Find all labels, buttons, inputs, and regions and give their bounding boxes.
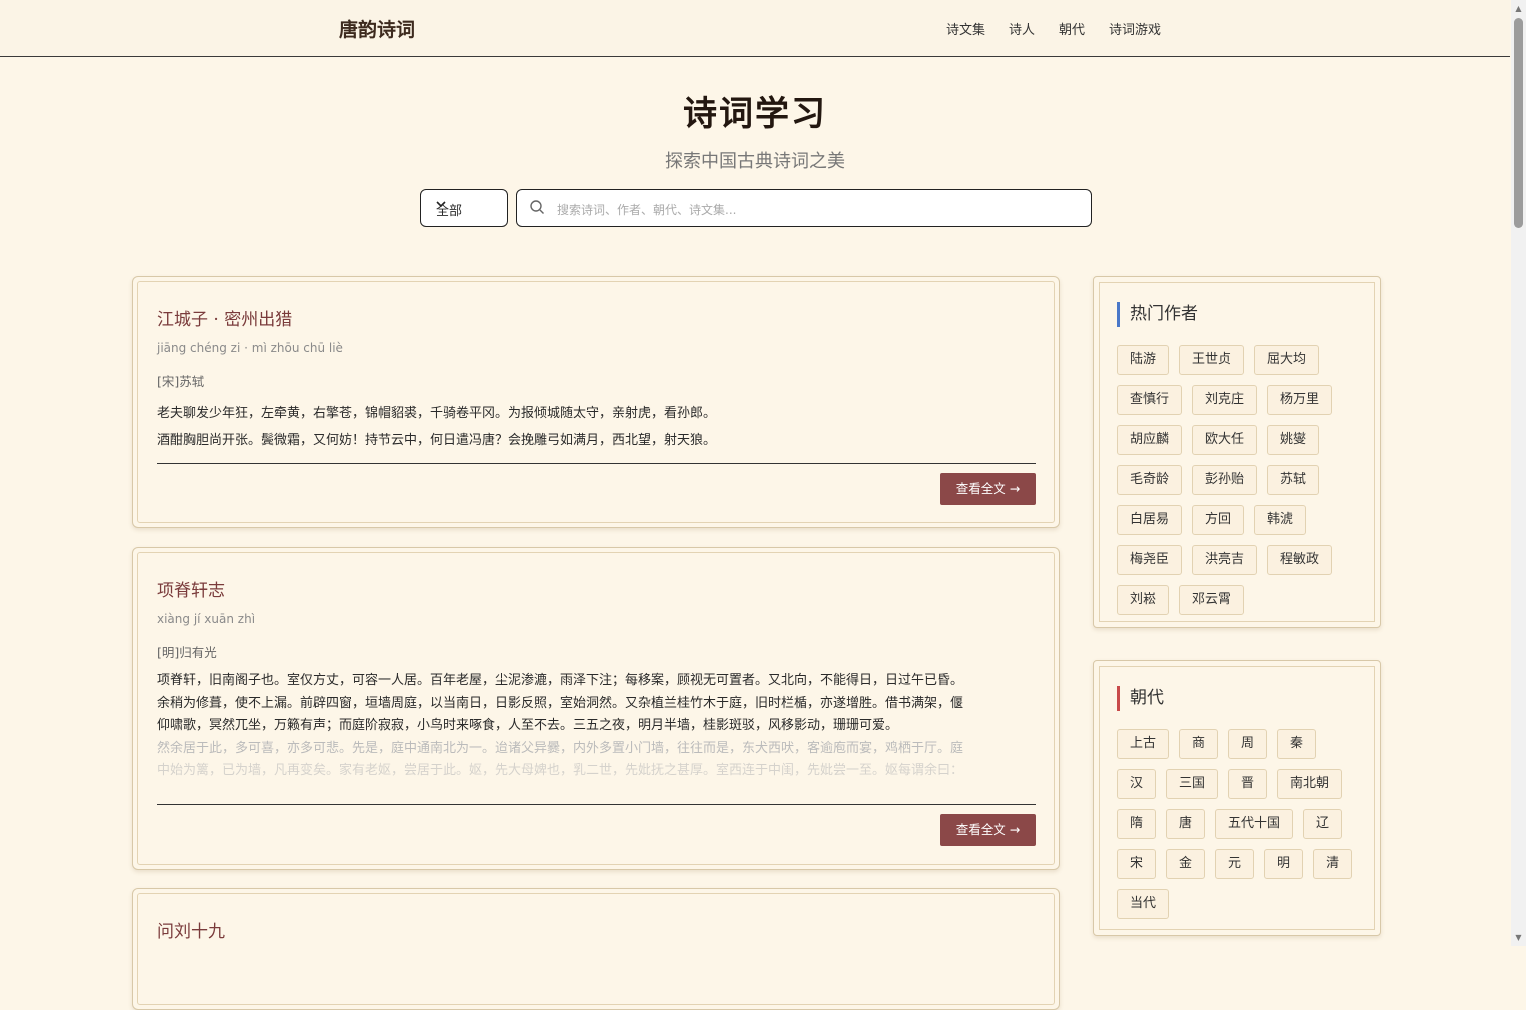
dynasty-tag[interactable]: 金 (1166, 849, 1206, 879)
search-filter-select[interactable]: 全部 (420, 189, 508, 227)
dynasty-tag[interactable]: 晋 (1228, 769, 1268, 799)
poem-line: 余稍为修葺，使不上漏。前辟四窗，垣墙周庭，以当南日，日影反照，室始洞然。又杂植兰… (157, 695, 964, 711)
dynasties-list: 上古 商 周 秦 汉 三国 晋 南北朝 隋 唐 五代十国 辽 宋 金 元 明 清… (1117, 729, 1363, 919)
author-tag[interactable]: 方回 (1192, 505, 1245, 535)
dynasty-tag[interactable]: 五代十国 (1215, 809, 1294, 839)
author-tag[interactable]: 苏轼 (1267, 465, 1320, 495)
author-tag[interactable]: 梅尧臣 (1117, 545, 1183, 575)
poem-line-faded: 中始为篱，已为墙，凡再变矣。家有老妪，尝居于此。妪，先大母婢也，乳二世，先妣抚之… (157, 763, 964, 778)
author-tag[interactable]: 洪亮吉 (1192, 545, 1258, 575)
scroll-down-arrow-icon[interactable]: ▼ (1514, 933, 1523, 942)
hot-authors-panel: 热门作者 陆游 王世贞 屈大均 查慎行 刘克庄 杨万里 胡应麟 欧大任 姚燮 毛… (1093, 276, 1381, 628)
dynasty-tag[interactable]: 辽 (1303, 809, 1343, 839)
dynasty-tag[interactable]: 秦 (1277, 729, 1317, 759)
poem-author[interactable]: [宋]苏轼 (157, 371, 204, 390)
dynasty-tag[interactable]: 周 (1228, 729, 1268, 759)
author-tag[interactable]: 查慎行 (1117, 385, 1183, 415)
author-tag[interactable]: 彭孙贻 (1192, 465, 1258, 495)
author-tag[interactable]: 姚燮 (1267, 425, 1320, 455)
poem-pinyin: xiàng jí xuān zhì (157, 612, 256, 626)
search-bar: 全部 搜索诗词、作者、朝代、诗文集... (420, 189, 1092, 227)
poem-author[interactable]: [明]归有光 (157, 642, 217, 661)
dynasty-tag[interactable]: 上古 (1117, 729, 1170, 759)
author-tag[interactable]: 毛奇龄 (1117, 465, 1183, 495)
dynasty-tag[interactable]: 汉 (1117, 769, 1157, 799)
hot-authors-list: 陆游 王世贞 屈大均 查慎行 刘克庄 杨万里 胡应麟 欧大任 姚燮 毛奇龄 彭孙… (1117, 345, 1363, 615)
view-full-button[interactable]: 查看全文 → (940, 814, 1036, 846)
main-nav: 诗文集 诗人 朝代 诗词游戏 (946, 19, 1161, 38)
hot-authors-heading: 热门作者 (1117, 302, 1198, 327)
card-divider (157, 804, 1036, 805)
poem-line-faded: 然余居于此，多可喜，亦多可悲。先是，庭中通南北为一。迨诸父异爨，内外多置小门墙，… (157, 740, 964, 756)
author-tag[interactable]: 胡应麟 (1117, 425, 1183, 455)
nav-poem-games[interactable]: 诗词游戏 (1109, 19, 1161, 38)
poem-line: 老夫聊发少年狂，左牵黄，右擎苍，锦帽貂裘，千骑卷平冈。为报倾城随太守，亲射虎，看… (157, 406, 717, 421)
poem-line: 项脊轩，旧南阁子也。室仅方丈，可容一人居。百年老屋，尘泥渗漉，雨泽下注；每移案，… (157, 673, 964, 688)
author-tag[interactable]: 欧大任 (1192, 425, 1258, 455)
poem-line: 酒酣胸胆尚开张。鬓微霜，又何妨！持节云中，何日遣冯唐？会挽雕弓如满月，西北望，射… (157, 433, 717, 448)
poem-title[interactable]: 项脊轩志 (157, 576, 225, 601)
poem-title[interactable]: 问刘十九 (157, 917, 225, 942)
author-tag[interactable]: 刘克庄 (1192, 385, 1258, 415)
author-tag[interactable]: 程敏政 (1267, 545, 1333, 575)
search-input[interactable]: 搜索诗词、作者、朝代、诗文集... (516, 189, 1092, 227)
author-tag[interactable]: 刘崧 (1117, 585, 1170, 615)
page-scrollbar[interactable]: ▲ ▼ (1511, 0, 1526, 946)
card-divider (157, 463, 1036, 464)
dynasty-tag[interactable]: 宋 (1117, 849, 1157, 879)
dynasty-tag[interactable]: 明 (1264, 849, 1304, 879)
dynasty-tag[interactable]: 清 (1313, 849, 1353, 879)
page-title: 诗词学习 (683, 94, 827, 134)
poem-excerpt: 老夫聊发少年狂，左牵黄，右擎苍，锦帽貂裘，千骑卷平冈。为报倾城随太守，亲射虎，看… (157, 400, 1037, 454)
author-tag[interactable]: 白居易 (1117, 505, 1183, 535)
top-navbar: 唐韵诗词 诗文集 诗人 朝代 诗词游戏 (0, 0, 1510, 57)
author-tag[interactable]: 屈大均 (1254, 345, 1320, 375)
page-subtitle: 探索中国古典诗词之美 (665, 151, 845, 172)
dynasties-heading: 朝代 (1117, 686, 1164, 711)
dynasty-tag[interactable]: 南北朝 (1277, 769, 1343, 799)
poem-card: 项脊轩志 xiàng jí xuān zhì [明]归有光 项脊轩，旧南阁子也。… (132, 547, 1060, 870)
view-full-button[interactable]: 查看全文 → (940, 473, 1036, 505)
author-tag[interactable]: 陆游 (1117, 345, 1170, 375)
search-placeholder: 搜索诗词、作者、朝代、诗文集... (557, 203, 737, 217)
poem-pinyin: jiāng chéng zi · mì zhōu chū liè (157, 341, 343, 355)
scroll-up-arrow-icon[interactable]: ▲ (1514, 4, 1523, 13)
dynasty-tag[interactable]: 隋 (1117, 809, 1157, 839)
nav-anthology[interactable]: 诗文集 (946, 19, 985, 38)
site-brand[interactable]: 唐韵诗词 (339, 15, 415, 42)
poem-card: 江城子 · 密州出猎 jiāng chéng zi · mì zhōu chū … (132, 276, 1060, 528)
poem-card: 问刘十九 (132, 888, 1060, 1010)
nav-poets[interactable]: 诗人 (1009, 19, 1035, 38)
scrollbar-thumb[interactable] (1514, 18, 1523, 228)
dynasties-panel: 朝代 上古 商 周 秦 汉 三国 晋 南北朝 隋 唐 五代十国 辽 宋 金 元 … (1093, 660, 1381, 936)
author-tag[interactable]: 王世贞 (1179, 345, 1245, 375)
author-tag[interactable]: 邓云霄 (1179, 585, 1245, 615)
dynasty-tag[interactable]: 唐 (1166, 809, 1206, 839)
dynasty-tag[interactable]: 三国 (1166, 769, 1219, 799)
poem-line: 仰啸歌，冥然兀坐，万籁有声；而庭阶寂寂，小鸟时来啄食，人至不去。三五之夜，明月半… (157, 718, 899, 733)
poem-title[interactable]: 江城子 · 密州出猎 (157, 305, 292, 330)
search-icon (529, 199, 545, 215)
dynasty-tag[interactable]: 当代 (1117, 889, 1170, 919)
author-tag[interactable]: 杨万里 (1267, 385, 1333, 415)
nav-dynasties[interactable]: 朝代 (1059, 19, 1085, 38)
dynasty-tag[interactable]: 元 (1215, 849, 1255, 879)
dynasty-tag[interactable]: 商 (1179, 729, 1219, 759)
author-tag[interactable]: 韩淲 (1254, 505, 1307, 535)
chevron-down-icon (436, 199, 499, 212)
poem-excerpt: 项脊轩，旧南阁子也。室仅方丈，可容一人居。百年老屋，尘泥渗漉，雨泽下注；每移案，… (157, 670, 1037, 783)
